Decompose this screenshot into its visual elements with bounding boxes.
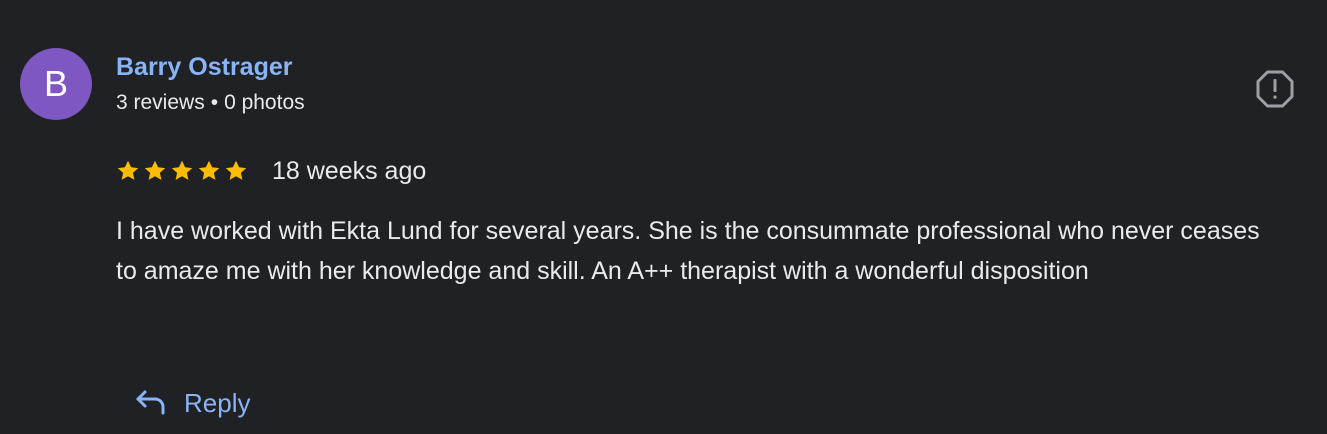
- report-icon: [1256, 70, 1294, 108]
- star-filled-icon: [144, 160, 166, 180]
- review-count: 3 reviews: [116, 91, 205, 114]
- report-button[interactable]: [1256, 70, 1294, 108]
- photo-count: 0 photos: [224, 91, 305, 114]
- star-rating: [116, 159, 248, 183]
- meta-separator: •: [210, 91, 219, 114]
- avatar[interactable]: B: [20, 48, 92, 120]
- rating-row: 18 weeks ago: [116, 154, 426, 188]
- reviewer-stats: 3 reviews • 0 photos: [116, 91, 305, 115]
- reviewer-name[interactable]: Barry Ostrager: [116, 53, 292, 82]
- star-filled-icon: [225, 160, 247, 180]
- star-filled-icon: [117, 160, 139, 180]
- star-filled-icon: [198, 160, 220, 180]
- review-card: B Barry Ostrager 3 reviews • 0 photos 18 w…: [0, 0, 1327, 434]
- review-timestamp: 18 weeks ago: [272, 156, 427, 185]
- reply-arrow-icon: [136, 390, 165, 415]
- reply-button[interactable]: Reply: [134, 382, 250, 424]
- review-text: I have worked with Ekta Lund for several…: [116, 217, 1260, 285]
- reply-label: Reply: [184, 387, 251, 418]
- star-filled-icon: [171, 160, 193, 180]
